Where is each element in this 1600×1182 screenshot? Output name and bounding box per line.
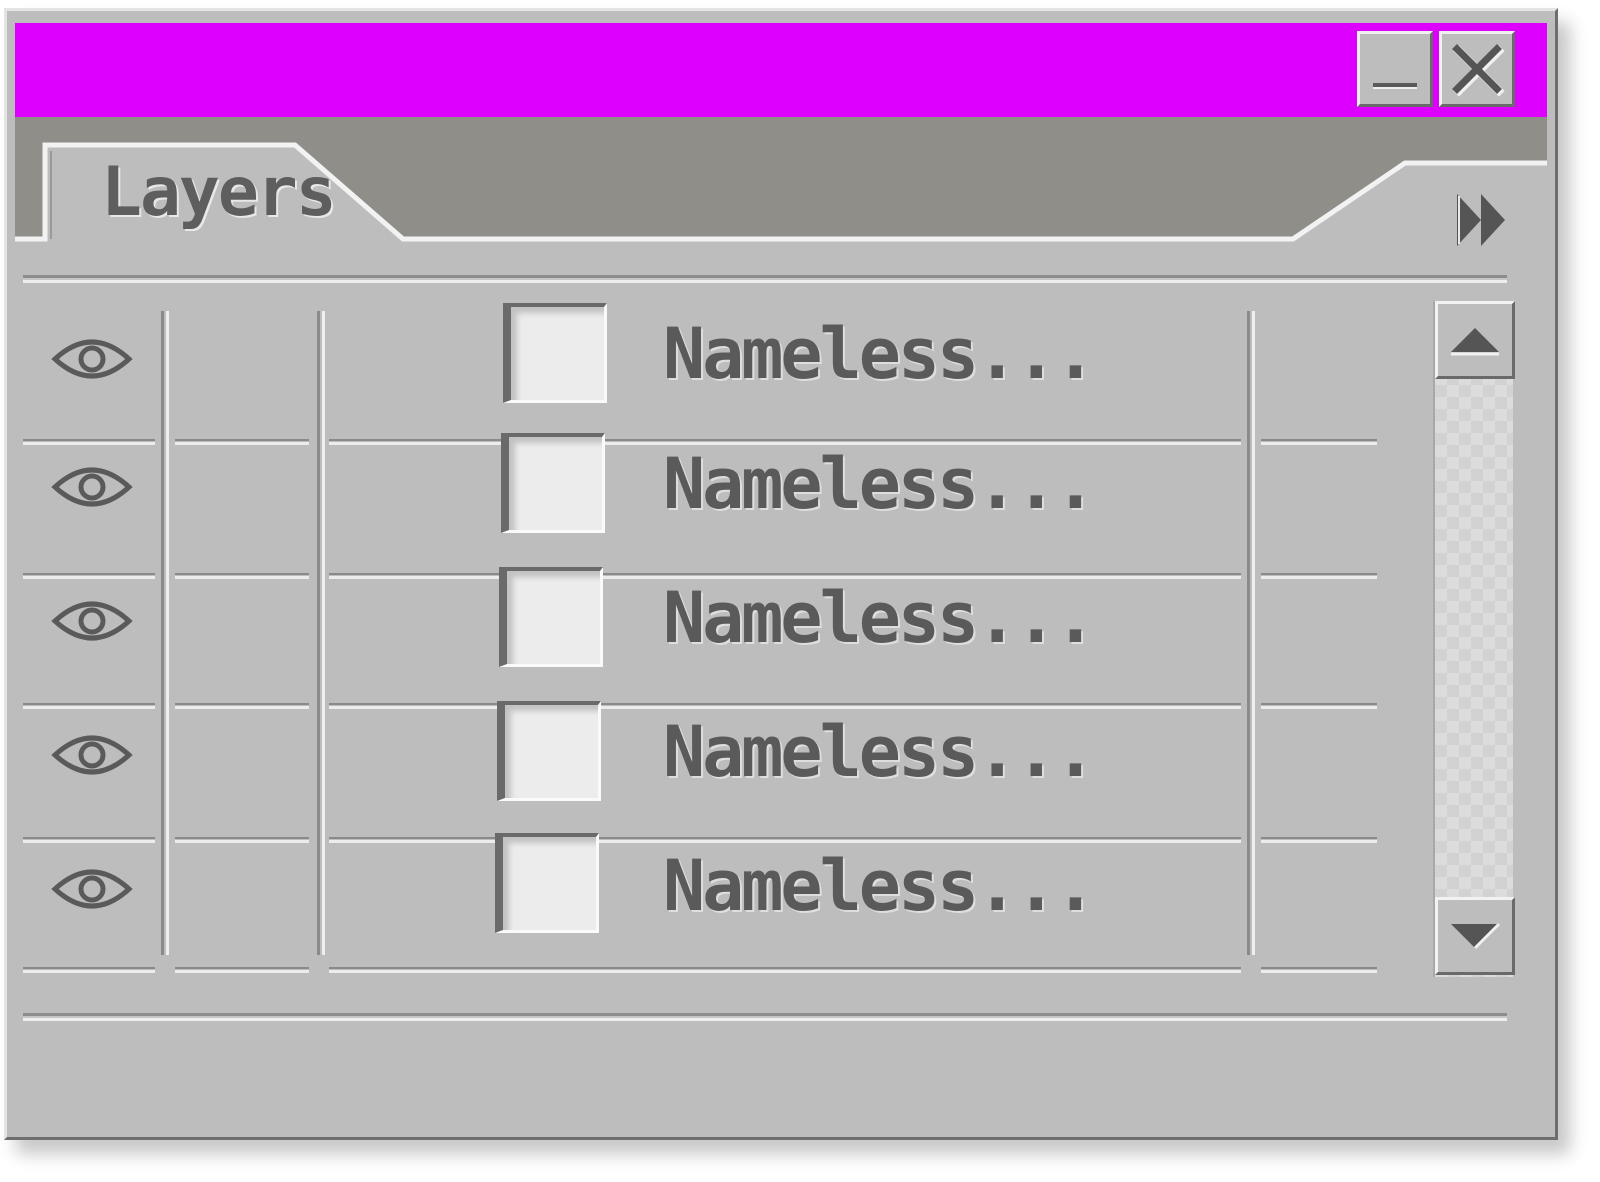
scroll-down-button[interactable]	[1435, 897, 1515, 975]
layer-name[interactable]: Nameless...	[663, 313, 1097, 395]
layer-thumbnail	[499, 567, 603, 667]
panel-bottom-divider	[23, 1013, 1507, 1021]
vertical-scrollbar[interactable]	[1433, 301, 1515, 977]
close-icon	[1452, 44, 1505, 97]
layer-thumbnail	[503, 303, 607, 403]
panel-menu-button[interactable]	[1451, 187, 1511, 253]
tab-layers[interactable]: Layers	[101, 153, 337, 232]
minimize-icon	[1373, 83, 1417, 89]
eye-icon[interactable]	[51, 593, 133, 649]
layer-thumbnail	[501, 433, 605, 533]
panel-top-divider	[23, 275, 1507, 283]
close-button[interactable]	[1439, 31, 1515, 107]
row-divider	[329, 967, 1241, 973]
layer-row[interactable]: Nameless...	[23, 425, 1403, 579]
layer-row[interactable]: Nameless...	[23, 693, 1403, 843]
row-divider	[175, 967, 309, 973]
eye-icon[interactable]	[51, 459, 133, 515]
layers-panel-window: Layers Nameless... Nameless... Nameless.…	[4, 8, 1558, 1140]
row-divider	[23, 967, 155, 973]
row-divider	[1261, 967, 1377, 973]
tab-bar: Layers	[15, 117, 1547, 255]
layer-name[interactable]: Nameless...	[663, 443, 1097, 525]
eye-icon[interactable]	[51, 331, 133, 387]
layer-name[interactable]: Nameless...	[663, 845, 1097, 927]
eye-icon[interactable]	[51, 727, 133, 783]
layer-row[interactable]: Nameless...	[23, 559, 1403, 709]
arrow-up-icon	[1451, 328, 1499, 356]
scroll-up-button[interactable]	[1435, 301, 1515, 379]
layer-name[interactable]: Nameless...	[663, 711, 1097, 793]
arrow-down-icon	[1451, 922, 1501, 950]
double-chevron-right-icon	[1457, 194, 1505, 246]
eye-icon[interactable]	[51, 861, 133, 917]
minimize-button[interactable]	[1357, 31, 1433, 107]
layers-list: Nameless... Nameless... Nameless... Name…	[23, 303, 1403, 973]
layer-thumbnail	[497, 701, 601, 801]
layer-thumbnail	[495, 833, 599, 933]
title-bar[interactable]	[15, 23, 1547, 117]
layer-name[interactable]: Nameless...	[663, 577, 1097, 659]
layer-row[interactable]: Nameless...	[23, 827, 1403, 973]
